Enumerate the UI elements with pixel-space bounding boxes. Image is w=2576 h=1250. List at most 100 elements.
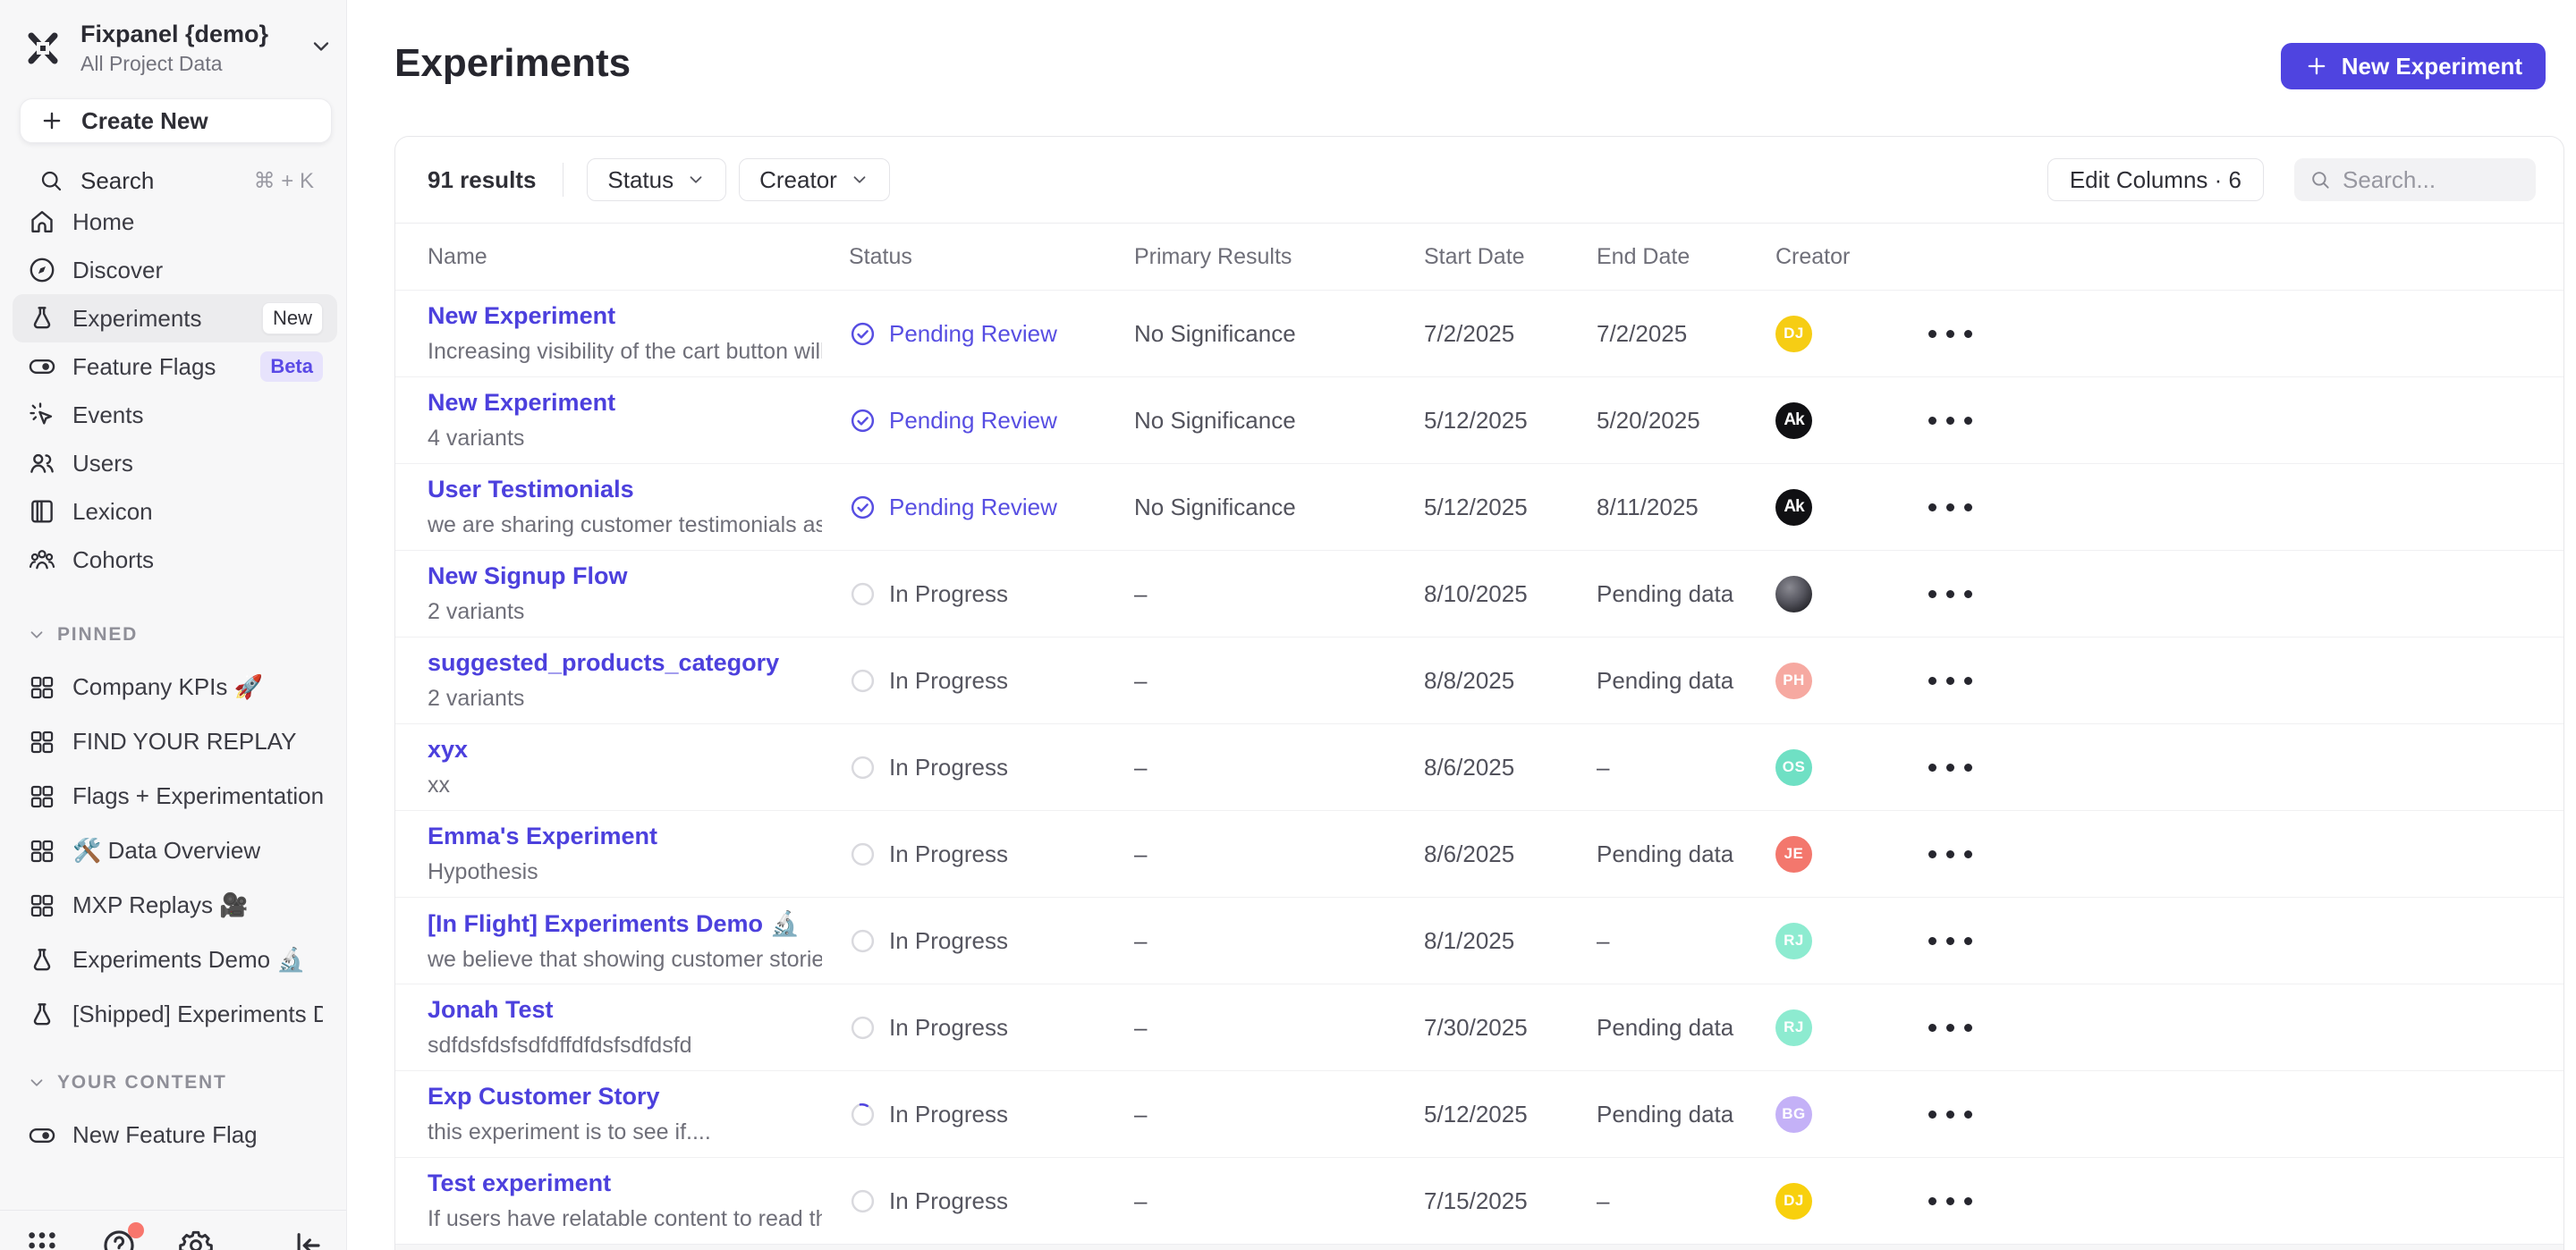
filter-label: Status: [607, 166, 674, 194]
sidebar-item-find-your-replay[interactable]: FIND YOUR REPLAY: [13, 714, 337, 769]
sidebar-item-lexicon[interactable]: Lexicon: [13, 487, 337, 536]
sidebar-section-pinned: PINNEDCompany KPIs 🚀FIND YOUR REPLAYFlag…: [13, 610, 337, 1042]
status-label: In Progress: [889, 1101, 1008, 1128]
toggle-icon: [27, 1120, 57, 1151]
book-icon: [27, 496, 57, 527]
end-date-cell: Pending data: [1597, 667, 1775, 695]
row-menu-button[interactable]: [1928, 402, 1972, 439]
experiment-link[interactable]: [In Flight] Experiments Demo 🔬: [428, 909, 822, 938]
status-filter-button[interactable]: Status: [587, 158, 726, 201]
primary-results-cell: No Significance: [1134, 320, 1424, 348]
row-menu-button[interactable]: [1928, 489, 1972, 526]
sidebar-item-label: 🛠️ Data Overview: [72, 837, 260, 865]
sidebar-item-events[interactable]: Events: [13, 391, 337, 439]
experiment-link[interactable]: New Signup Flow: [428, 562, 822, 590]
sidebar-footer: [23, 1227, 325, 1250]
settings-gear-icon[interactable]: [177, 1227, 215, 1250]
project-switcher[interactable]: Fixpanel {demo} All Project Data: [21, 20, 334, 77]
chevron-down-icon: [686, 170, 706, 190]
primary-results-cell: No Significance: [1134, 407, 1424, 435]
section-header-pinned[interactable]: PINNED: [13, 610, 337, 660]
start-date-cell: 8/6/2025: [1424, 840, 1597, 868]
sidebar-item-data-overview[interactable]: 🛠️ Data Overview: [13, 823, 337, 878]
row-menu-button[interactable]: [1928, 1009, 1972, 1046]
search-label: Search: [80, 167, 154, 195]
project-name: Fixpanel {demo}: [80, 21, 268, 48]
start-date-cell: 5/12/2025: [1424, 1101, 1597, 1128]
experiment-link[interactable]: xyx: [428, 736, 822, 764]
sidebar-item-shipped-experiments-demo[interactable]: [Shipped] Experiments Demo 🖊️: [13, 987, 337, 1042]
row-menu-button[interactable]: [1928, 923, 1972, 959]
start-date-cell: 8/6/2025: [1424, 754, 1597, 781]
create-new-button[interactable]: Create New: [20, 98, 332, 143]
creator-cell: [1775, 576, 1919, 612]
sidebar-item-experiments-demo[interactable]: Experiments Demo 🔬: [13, 933, 337, 987]
creator-cell: RJ: [1775, 1009, 1919, 1046]
row-menu-button[interactable]: [1928, 576, 1972, 612]
creator-cell: Ak: [1775, 489, 1919, 526]
row-menu-button[interactable]: [1928, 1096, 1972, 1133]
new-experiment-button[interactable]: New Experiment: [2281, 43, 2546, 89]
table-row: [In Flight] Experiments Demo 🔬we believe…: [395, 897, 2563, 984]
experiment-subtitle: 4 variants: [428, 426, 822, 452]
board-icon: [27, 891, 57, 921]
row-menu-button[interactable]: [1928, 836, 1972, 873]
row-menu-button[interactable]: [1928, 663, 1972, 699]
sidebar-item-feature-flags[interactable]: Feature FlagsBeta: [13, 342, 337, 391]
sidebar-item-cohorts[interactable]: Cohorts: [13, 536, 337, 584]
status-label: In Progress: [889, 1014, 1008, 1042]
creator-avatar-photo: [1775, 576, 1812, 612]
sidebar-item-mxp-replays[interactable]: MXP Replays 🎥: [13, 878, 337, 933]
experiment-link[interactable]: Exp Customer Story: [428, 1083, 822, 1111]
new-experiment-label: New Experiment: [2342, 53, 2522, 80]
sidebar-footer-divider: [0, 1210, 346, 1211]
sidebar-item-new-feature-flag[interactable]: New Feature Flag: [13, 1108, 337, 1162]
apps-grid-icon[interactable]: [23, 1227, 61, 1250]
pending-review-icon: [849, 494, 877, 521]
primary-results-cell: –: [1134, 840, 1424, 868]
table-row: New ExperimentIncreasing visibility of t…: [395, 290, 2563, 376]
in-progress-icon: [849, 1187, 877, 1215]
row-menu-button[interactable]: [1928, 316, 1972, 352]
experiment-link[interactable]: New Experiment: [428, 389, 822, 417]
section-header-your-content[interactable]: YOUR CONTENT: [13, 1058, 337, 1108]
creator-avatar: JE: [1775, 836, 1812, 873]
collapse-sidebar-icon[interactable]: [287, 1227, 325, 1250]
sidebar-item-users[interactable]: Users: [13, 439, 337, 487]
create-new-label: Create New: [81, 107, 208, 135]
primary-results-cell: –: [1134, 1014, 1424, 1042]
start-date-cell: 8/1/2025: [1424, 927, 1597, 955]
start-date-cell: 7/15/2025: [1424, 1187, 1597, 1215]
row-menu-button[interactable]: [1928, 1183, 1972, 1220]
table-search-input[interactable]: [2343, 166, 2521, 194]
sidebar-item-experiments[interactable]: ExperimentsNew: [13, 294, 337, 342]
experiment-link[interactable]: Test experiment: [428, 1170, 822, 1197]
experiment-link[interactable]: New Experiment: [428, 302, 822, 330]
sidebar-item-label: Experiments: [72, 305, 202, 333]
experiment-link[interactable]: User Testimonials: [428, 476, 822, 503]
sidebar-item-label: Cohorts: [72, 546, 154, 574]
table-footer-strip: [395, 1244, 2563, 1250]
help-icon[interactable]: [100, 1227, 138, 1250]
chevron-down-icon: [27, 625, 47, 645]
experiment-link[interactable]: Emma's Experiment: [428, 823, 822, 850]
experiment-link[interactable]: suggested_products_category: [428, 649, 822, 677]
sidebar-search[interactable]: Search ⌘ + K: [20, 159, 332, 202]
edit-columns-button[interactable]: Edit Columns · 6: [2047, 158, 2264, 201]
experiment-subtitle: If users have relatable content to read …: [428, 1206, 822, 1232]
status-label: Pending Review: [889, 407, 1057, 435]
sidebar-item-company-kpis[interactable]: Company KPIs 🚀: [13, 660, 337, 714]
column-header-creator: Creator: [1775, 244, 1919, 270]
sidebar-item-flags-experimentation-demo[interactable]: Flags + Experimentation Demo ,: [13, 769, 337, 823]
creator-cell: BG: [1775, 1096, 1919, 1133]
creator-avatar: DJ: [1775, 316, 1812, 352]
primary-results-cell: –: [1134, 1101, 1424, 1128]
primary-results-cell: –: [1134, 754, 1424, 781]
sidebar-item-discover[interactable]: Discover: [13, 246, 337, 294]
start-date-cell: 5/12/2025: [1424, 407, 1597, 435]
sidebar-item-home[interactable]: Home: [13, 198, 337, 246]
creator-filter-button[interactable]: Creator: [739, 158, 890, 201]
row-menu-button[interactable]: [1928, 749, 1972, 786]
experiment-link[interactable]: Jonah Test: [428, 996, 822, 1024]
edit-columns-label: Edit Columns · 6: [2070, 166, 2241, 194]
